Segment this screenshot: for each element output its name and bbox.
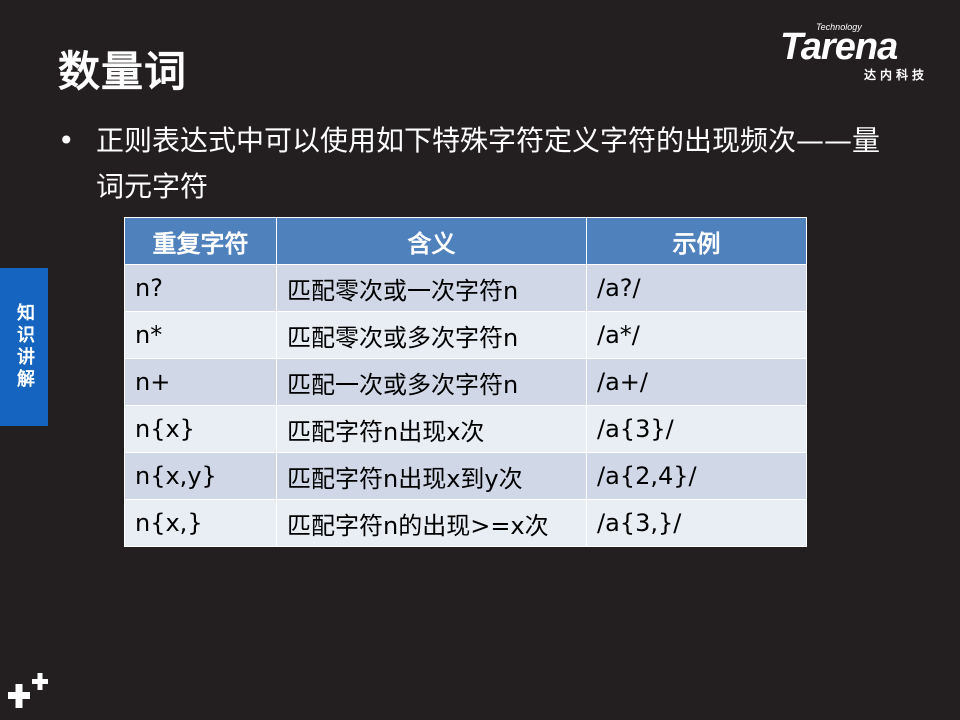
bullet-dot: •	[58, 124, 75, 157]
cell-char: n{x}	[124, 405, 277, 453]
slide-title: 数量词	[58, 47, 188, 96]
cell-example: /a*/	[586, 311, 807, 359]
cell-char: n{x,y}	[124, 452, 277, 500]
cell-meaning: 匹配一次或多次字符n	[276, 358, 587, 406]
cell-char: n{x,}	[124, 499, 277, 547]
cell-example: /a{3}/	[586, 405, 807, 453]
logo-cn-name: 达内科技	[864, 68, 929, 82]
cell-meaning: 匹配字符n的出现>=x次	[276, 499, 587, 547]
logo-wordmark: Tarena	[780, 26, 898, 68]
table-header-row: 重复字符 含义 示例	[124, 217, 807, 265]
cell-char: n?	[124, 264, 277, 312]
header-meaning: 含义	[276, 217, 587, 265]
cell-meaning: 匹配字符n出现x到y次	[276, 452, 587, 500]
quantifier-table: 重复字符 含义 示例 n? 匹配零次或一次字符n /a?/ n* 匹配零次或多次…	[124, 217, 807, 547]
cell-example: /a?/	[586, 264, 807, 312]
bullet-point: • 正则表达式中可以使用如下特殊字符定义字符的出现频次——量词元字符	[58, 118, 888, 210]
cell-example: /a{2,4}/	[586, 452, 807, 500]
side-tab: 知识讲解	[0, 268, 48, 426]
cell-example: /a{3,}/	[586, 499, 807, 547]
cell-char: n*	[124, 311, 277, 359]
table-row: n{x,} 匹配字符n的出现>=x次 /a{3,}/	[124, 499, 807, 547]
cell-char: n+	[124, 358, 277, 406]
bullet-text: 正则表达式中可以使用如下特殊字符定义字符的出现频次——量词元字符	[96, 124, 881, 203]
table-row: n? 匹配零次或一次字符n /a?/	[124, 264, 807, 312]
slide: 数量词 Technology Tarena 达内科技 • 正则表达式中可以使用如…	[0, 0, 960, 720]
side-tab-label: 知识讲解	[14, 303, 35, 391]
header-repeat-char: 重复字符	[124, 217, 277, 265]
tarena-logo: Technology Tarena 达内科技	[780, 22, 950, 84]
plus-cluster-icon	[8, 673, 48, 708]
cell-example: /a+/	[586, 358, 807, 406]
cell-meaning: 匹配字符n出现x次	[276, 405, 587, 453]
cell-meaning: 匹配零次或一次字符n	[276, 264, 587, 312]
cell-meaning: 匹配零次或多次字符n	[276, 311, 587, 359]
table-row: n+ 匹配一次或多次字符n /a+/	[124, 358, 807, 406]
header-example: 示例	[586, 217, 807, 265]
table-row: n{x} 匹配字符n出现x次 /a{3}/	[124, 405, 807, 453]
table-row: n* 匹配零次或多次字符n /a*/	[124, 311, 807, 359]
table-row: n{x,y} 匹配字符n出现x到y次 /a{2,4}/	[124, 452, 807, 500]
